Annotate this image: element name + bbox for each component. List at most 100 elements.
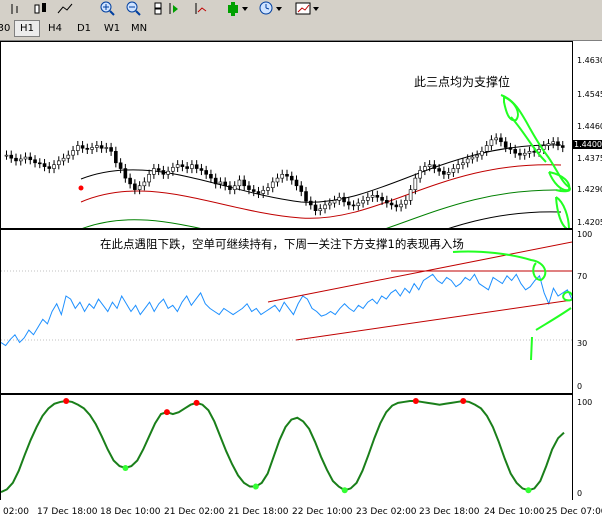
candle-body xyxy=(399,203,403,208)
candle-body xyxy=(289,175,294,181)
line-chart-icon[interactable] xyxy=(57,3,73,14)
timeframe-button[interactable]: 30 xyxy=(0,21,11,36)
stochastic-high-dot xyxy=(163,409,170,416)
candle-body xyxy=(71,150,75,156)
candle-body xyxy=(408,189,413,201)
candle-body xyxy=(275,177,280,183)
price-chart-pane[interactable]: 此三点均为支撑位 xyxy=(0,41,573,229)
candle-body xyxy=(294,179,299,187)
price-chart xyxy=(4,94,571,228)
candle-body xyxy=(42,163,47,167)
candle-body xyxy=(194,164,199,169)
candle-body xyxy=(76,145,80,151)
candle-body xyxy=(518,152,522,156)
candle-body xyxy=(218,181,223,185)
candle-body xyxy=(375,195,380,198)
rsi-axis-label: 70 xyxy=(577,272,588,281)
candles-icon[interactable] xyxy=(34,3,46,14)
candle-body xyxy=(347,201,351,206)
timeframe-button[interactable]: D1 xyxy=(72,21,96,36)
periods-icon[interactable] xyxy=(259,1,282,15)
candle-body xyxy=(299,185,304,192)
candle-body xyxy=(308,200,313,206)
candle-body xyxy=(342,196,346,203)
candle-body xyxy=(209,173,213,179)
candle-body xyxy=(389,202,394,206)
candle-body xyxy=(166,170,170,175)
support-note-annotation: 此三点均为支撑位 xyxy=(414,75,511,89)
candle-body xyxy=(527,151,532,154)
candle-body xyxy=(546,143,551,146)
candle-body xyxy=(480,151,484,156)
chart-bars-icon[interactable] xyxy=(8,2,22,15)
zoom-out-icon[interactable] xyxy=(126,1,141,16)
candle-body xyxy=(142,181,147,187)
zoom-in-icon[interactable] xyxy=(100,1,115,16)
candle-body xyxy=(152,168,156,175)
candle-body xyxy=(175,164,180,168)
candle-body xyxy=(427,164,432,167)
stochastic-signal-dots xyxy=(63,398,532,494)
time-axis-label: 21 Dec 02:00 xyxy=(164,507,225,517)
timeframe-button-active[interactable]: H1 xyxy=(14,20,40,37)
candle-body xyxy=(256,191,261,194)
candle-body xyxy=(508,147,513,150)
time-axis-label: 23 Dec 18:00 xyxy=(419,507,480,517)
candle-body xyxy=(461,162,465,166)
rsi-pane[interactable]: 在此点遇阻下跌，空单可继续持有，下周一关注下方支撑1的表现再入场 xyxy=(0,229,573,394)
candle-body xyxy=(228,185,232,190)
candle-body xyxy=(370,195,375,198)
candle-body xyxy=(180,164,185,167)
candle-body xyxy=(385,200,389,204)
candle-body xyxy=(332,200,337,204)
price-axis-label: 1.4205 xyxy=(577,218,602,227)
candle-body xyxy=(85,147,90,150)
auto-scroll-icon[interactable] xyxy=(169,3,178,14)
candle-body xyxy=(80,145,85,149)
candle-body xyxy=(33,159,37,164)
candle-body xyxy=(313,204,318,211)
candle-body xyxy=(37,162,42,165)
candle-body xyxy=(327,202,332,206)
candle-body xyxy=(532,151,537,153)
candle-body xyxy=(394,204,399,208)
candle-body xyxy=(318,208,323,211)
candle-body xyxy=(513,149,518,154)
candle-body xyxy=(484,145,489,152)
templates-icon[interactable] xyxy=(295,2,319,15)
time-axis-label: 17 Dec 18:00 xyxy=(37,507,98,517)
candle-body xyxy=(242,179,247,187)
toolbar xyxy=(0,0,602,19)
rsi-axis-label: 100 xyxy=(577,230,593,239)
candle-body xyxy=(423,166,427,171)
candle-body xyxy=(156,168,161,171)
stochastic-high-dot xyxy=(412,398,419,404)
timeframe-button[interactable]: MN xyxy=(127,21,151,36)
timeframe-button[interactable]: H4 xyxy=(43,21,67,36)
tile-windows-icon[interactable] xyxy=(154,2,162,15)
candle-body xyxy=(213,177,218,185)
candle-body xyxy=(270,181,275,189)
candlestick-series xyxy=(4,133,565,216)
candle-body xyxy=(451,168,456,173)
timeframe-button[interactable]: W1 xyxy=(100,21,124,36)
stochastic-low-dot xyxy=(341,487,348,494)
candle-body xyxy=(56,160,61,166)
price-axis-label: 1.4375 xyxy=(577,154,602,163)
candle-body xyxy=(237,179,242,187)
candle-body xyxy=(442,170,446,175)
candle-body xyxy=(104,147,109,149)
stochastic-pane[interactable] xyxy=(0,394,573,501)
chart-shift-icon[interactable] xyxy=(195,3,207,14)
candle-body xyxy=(351,204,356,207)
stochastic-chart xyxy=(1,398,565,494)
candle-body xyxy=(61,157,66,162)
candle-body xyxy=(66,154,71,159)
rsi-line xyxy=(1,273,572,347)
candle-body xyxy=(465,158,470,164)
stochastic-axis-label: 0 xyxy=(577,489,583,498)
stochastic-low-dot xyxy=(122,464,129,471)
indicators-icon[interactable] xyxy=(228,2,248,16)
candle-body xyxy=(99,145,104,149)
candle-body xyxy=(161,170,166,175)
